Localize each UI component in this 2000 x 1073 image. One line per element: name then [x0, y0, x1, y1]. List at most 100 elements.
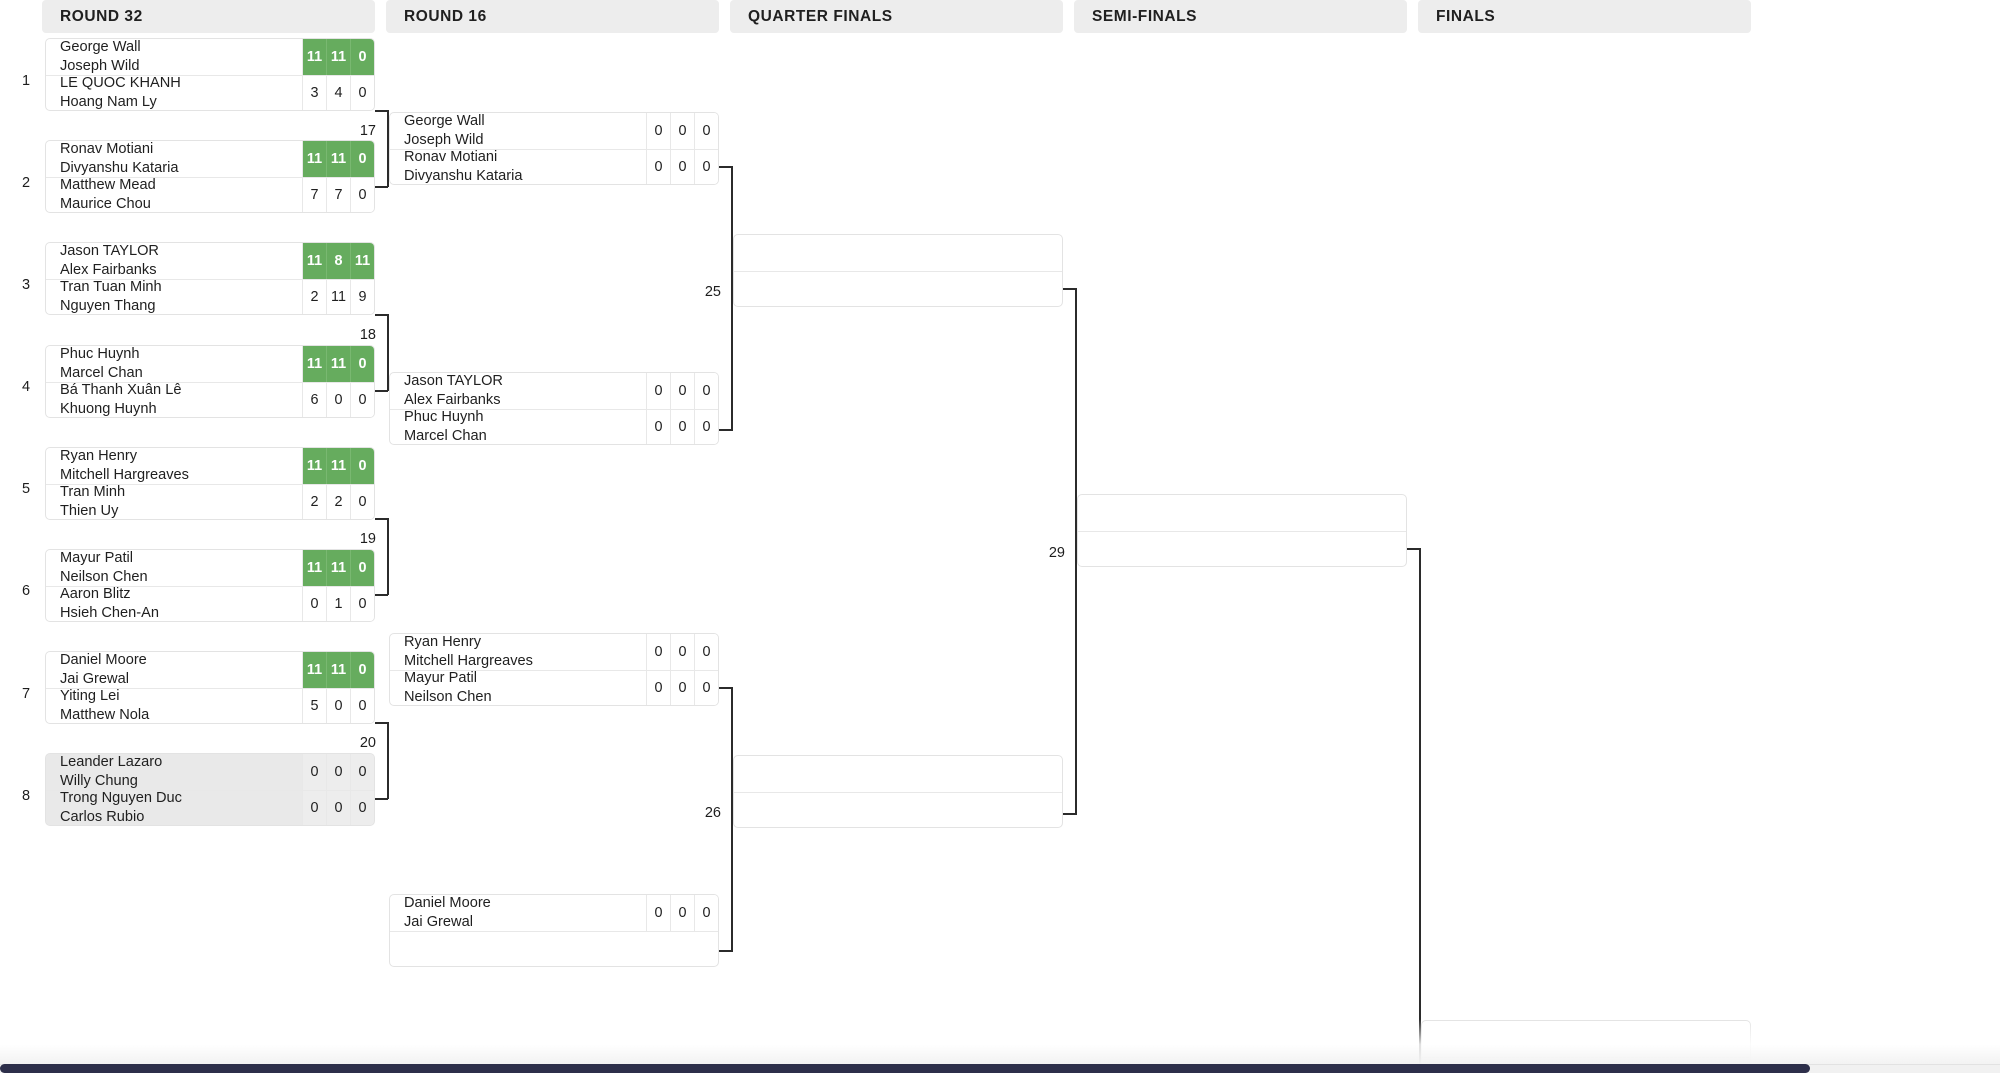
score-game-2: 11 — [326, 39, 350, 75]
match-team-top[interactable]: Daniel Moore Jai Grewal 11 11 0 — [46, 652, 374, 688]
match-team-top[interactable] — [734, 756, 1062, 792]
match-team-top[interactable]: George Wall Joseph Wild 11 11 0 — [46, 39, 374, 75]
player-name-2: Jai Grewal — [404, 913, 473, 930]
horizontal-scrollbar-thumb[interactable] — [0, 1064, 1810, 1073]
match-team-bottom[interactable]: Aaron Blitz Hsieh Chen-An 0 1 0 — [46, 585, 374, 621]
match-team-bottom[interactable]: Trong Nguyen Duc Carlos Rubio 0 0 0 — [46, 789, 374, 826]
team-names — [734, 272, 990, 307]
match-team-top[interactable]: George Wall Joseph Wild 0 0 0 — [390, 113, 718, 149]
match-team-top[interactable] — [1078, 495, 1406, 531]
score-game-1 — [990, 756, 1014, 792]
team-names: Trong Nguyen Duc Carlos Rubio — [46, 791, 302, 826]
match-team-top[interactable]: Ronav Motiani Divyanshu Kataria 11 11 0 — [46, 141, 374, 177]
match-team-bottom[interactable]: Matthew Mead Maurice Chou 7 7 0 — [46, 176, 374, 212]
match-team-bottom[interactable] — [1078, 530, 1406, 567]
seed-number-8: 8 — [21, 788, 31, 804]
team-scores: 3 4 0 — [302, 75, 374, 110]
match-team-top[interactable]: Jason TAYLOR Alex Fairbanks 11 8 11 — [46, 243, 374, 279]
team-scores: 2 2 0 — [302, 484, 374, 519]
match-card-r32-5[interactable]: Ryan Henry Mitchell Hargreaves 11 11 0 T… — [45, 447, 375, 520]
score-game-2: 0 — [670, 895, 694, 931]
match-team-bottom[interactable] — [734, 791, 1062, 828]
match-team-top[interactable]: Jason TAYLOR Alex Fairbanks 0 0 0 — [390, 373, 718, 409]
match-card-qf-25[interactable] — [733, 234, 1063, 307]
match-team-bottom[interactable]: Tran Minh Thien Uy 2 2 0 — [46, 483, 374, 519]
team-names: Mayur Patil Neilson Chen — [390, 671, 646, 706]
score-game-3 — [1726, 1021, 1750, 1057]
match-team-bottom[interactable]: Yiting Lei Matthew Nola 5 0 0 — [46, 687, 374, 724]
match-team-bottom[interactable]: LE QUOC KHANH Hoang Nam Ly 3 4 0 — [46, 74, 374, 110]
score-game-1: 11 — [302, 346, 326, 382]
match-card-r32-1[interactable]: George Wall Joseph Wild 11 11 0 LE QUOC … — [45, 38, 375, 111]
score-game-3: 0 — [350, 790, 374, 825]
team-scores: 11 11 0 — [302, 141, 374, 177]
player-name-2: Jai Grewal — [60, 670, 129, 687]
team-names: Ronav Motiani Divyanshu Kataria — [390, 150, 646, 185]
team-names: Yiting Lei Matthew Nola — [46, 689, 302, 724]
player-name-2: Alex Fairbanks — [404, 391, 501, 408]
team-names: George Wall Joseph Wild — [46, 39, 302, 75]
player-name-2: Hoang Nam Ly — [60, 93, 157, 110]
player-name-1: Leander Lazaro — [60, 754, 163, 771]
score-game-1: 11 — [302, 141, 326, 177]
match-card-r16-20[interactable]: Daniel Moore Jai Grewal 0 0 0 — [389, 894, 719, 967]
score-game-1: 0 — [646, 634, 670, 670]
match-team-bottom[interactable] — [734, 270, 1062, 307]
score-game-2 — [1358, 495, 1382, 531]
score-game-1: 11 — [302, 39, 326, 75]
match-card-r32-8[interactable]: Leander Lazaro Willy Chung 0 0 0 Trong N… — [45, 753, 375, 826]
match-card-r32-2[interactable]: Ronav Motiani Divyanshu Kataria 11 11 0 … — [45, 140, 375, 213]
match-team-bottom[interactable]: Mayur Patil Neilson Chen 0 0 0 — [390, 669, 718, 706]
match-card-qf-26[interactable] — [733, 755, 1063, 828]
score-game-3 — [1038, 235, 1062, 271]
match-team-top[interactable]: Mayur Patil Neilson Chen 11 11 0 — [46, 550, 374, 586]
match-card-sf-29[interactable] — [1077, 494, 1407, 567]
team-names: Ronav Motiani Divyanshu Kataria — [46, 141, 302, 177]
player-name-2: Maurice Chou — [60, 195, 151, 212]
score-game-2: 11 — [326, 448, 350, 484]
score-game-3: 0 — [350, 448, 374, 484]
player-name-1: Phuc Huynh — [404, 409, 484, 426]
match-card-r16-17[interactable]: George Wall Joseph Wild 0 0 0 Ronav Moti… — [389, 112, 719, 185]
match-team-bottom[interactable]: Phuc Huynh Marcel Chan 0 0 0 — [390, 408, 718, 444]
match-team-top[interactable]: Leander Lazaro Willy Chung 0 0 0 — [46, 754, 374, 790]
round-header-label: FINALS — [1436, 7, 1496, 25]
match-team-bottom[interactable] — [390, 930, 718, 967]
team-scores: 0 0 0 — [646, 113, 718, 149]
match-card-r16-19[interactable]: Ryan Henry Mitchell Hargreaves 0 0 0 May… — [389, 633, 719, 706]
match-team-top[interactable]: Daniel Moore Jai Grewal 0 0 0 — [390, 895, 718, 931]
score-game-3: 0 — [350, 586, 374, 621]
score-game-3: 0 — [694, 670, 718, 705]
score-game-1 — [990, 793, 1014, 828]
match-team-bottom[interactable]: Bá Thanh Xuân Lê Khuong Huynh 6 0 0 — [46, 381, 374, 418]
team-names — [1422, 1021, 1678, 1057]
match-team-bottom[interactable]: Tran Tuan Minh Nguyen Thang 2 11 9 — [46, 278, 374, 314]
match-team-top[interactable] — [734, 235, 1062, 271]
player-name-2: Alex Fairbanks — [60, 261, 157, 278]
score-game-2: 0 — [326, 790, 350, 825]
match-card-r16-18[interactable]: Jason TAYLOR Alex Fairbanks 0 0 0 Phuc H… — [389, 372, 719, 445]
connector-line — [719, 429, 732, 431]
match-team-top[interactable]: Phuc Huynh Marcel Chan 11 11 0 — [46, 346, 374, 382]
match-card-r32-4[interactable]: Phuc Huynh Marcel Chan 11 11 0 Bá Thanh … — [45, 345, 375, 418]
score-game-2 — [1014, 756, 1038, 792]
match-card-r32-7[interactable]: Daniel Moore Jai Grewal 11 11 0 Yiting L… — [45, 651, 375, 724]
score-game-3: 0 — [350, 39, 374, 75]
match-team-top[interactable]: Ryan Henry Mitchell Hargreaves 0 0 0 — [390, 634, 718, 670]
player-name-1: Matthew Mead — [60, 177, 156, 194]
match-team-top[interactable] — [1422, 1021, 1750, 1057]
match-card-r32-6[interactable]: Mayur Patil Neilson Chen 11 11 0 Aaron B… — [45, 549, 375, 622]
team-scores: 0 0 0 — [646, 409, 718, 444]
match-team-top[interactable]: Ryan Henry Mitchell Hargreaves 11 11 0 — [46, 448, 374, 484]
match-card-r32-3[interactable]: Jason TAYLOR Alex Fairbanks 11 8 11 Tran… — [45, 242, 375, 315]
player-name-1: Mayur Patil — [404, 670, 477, 687]
connector-line — [375, 390, 388, 392]
score-game-3: 0 — [694, 634, 718, 670]
match-team-bottom[interactable]: Ronav Motiani Divyanshu Kataria 0 0 0 — [390, 148, 718, 185]
horizontal-scrollbar-track[interactable] — [0, 1064, 2000, 1073]
team-names: Bá Thanh Xuân Lê Khuong Huynh — [46, 383, 302, 418]
connector-line — [1063, 813, 1076, 815]
score-game-1: 0 — [646, 113, 670, 149]
score-game-3: 0 — [350, 141, 374, 177]
player-name-2: Marcel Chan — [404, 427, 487, 444]
